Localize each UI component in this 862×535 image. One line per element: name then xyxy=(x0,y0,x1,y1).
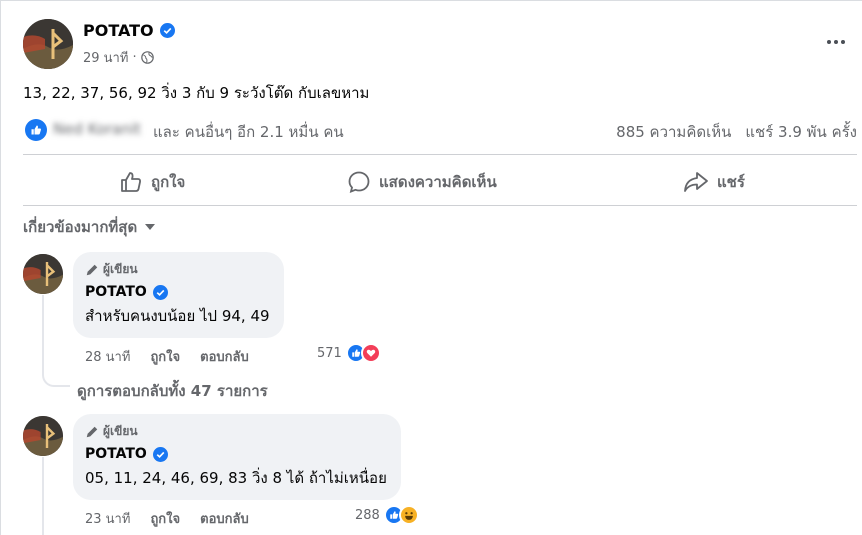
comment-author-text[interactable]: POTATO xyxy=(85,284,147,300)
haha-reaction-icon xyxy=(398,505,419,525)
author-badge-label: ผู้เขียน xyxy=(103,424,138,438)
comment-reply-button[interactable]: ตอบกลับ xyxy=(200,346,249,367)
post-meta: 29 นาที · xyxy=(83,47,154,68)
share-arrow-icon xyxy=(684,172,708,192)
speech-bubble-icon xyxy=(348,171,370,193)
comment-button[interactable]: แสดงความคิดเห็น xyxy=(347,165,497,199)
share-button[interactable]: แชร์ xyxy=(683,165,745,199)
reactions-summary: Ned Koranit และ คนอื่นๆ อีก 2.1 หมื่น คน… xyxy=(23,119,857,141)
comment-actions: 23 นาที ถูกใจ ตอบกลับ xyxy=(85,508,249,529)
comment-reaction-count: 571 xyxy=(317,345,342,361)
pencil-icon xyxy=(86,264,98,275)
comment-bubble: ผู้เขียน POTATO 05, 11, 24, 46, 69, 83 ว… xyxy=(73,414,401,500)
shares-count[interactable]: แชร์ 3.9 พัน ครั้ง xyxy=(745,120,857,144)
comment-author-avatar[interactable] xyxy=(23,254,63,294)
comment-text: 05, 11, 24, 46, 69, 83 วิ่ง 8 ได้ ถ้าไม่… xyxy=(85,469,387,487)
post-card: POTATO 29 นาที · 13, 22, 37, 56, 92 วิ่ง… xyxy=(0,0,862,535)
author-badge: ผู้เขียน xyxy=(85,422,387,441)
post-author-name[interactable]: POTATO xyxy=(83,21,175,40)
divider xyxy=(23,154,857,155)
author-name-text[interactable]: POTATO xyxy=(83,21,154,40)
post-stats: 885 ความคิดเห็น แชร์ 3.9 พัน ครั้ง xyxy=(616,120,857,144)
love-reaction-icon xyxy=(360,343,381,363)
author-badge-label: ผู้เขียน xyxy=(103,262,138,276)
author-badge: ผู้เขียน xyxy=(85,260,270,279)
chevron-down-icon xyxy=(145,224,156,230)
comment-author-text[interactable]: POTATO xyxy=(85,446,147,462)
comment-like-button[interactable]: ถูกใจ xyxy=(150,346,180,367)
share-button-label: แชร์ xyxy=(717,173,745,191)
divider xyxy=(23,205,857,206)
comment-like-button[interactable]: ถูกใจ xyxy=(150,508,180,529)
comment-time[interactable]: 23 นาที xyxy=(85,508,130,529)
thread-connector xyxy=(42,373,70,387)
thread-line xyxy=(42,457,44,535)
comments-count[interactable]: 885 ความคิดเห็น xyxy=(616,120,731,144)
comment-text: สำหรับคนงบน้อย ไป 94, 49 xyxy=(85,307,270,325)
like-button-label: ถูกใจ xyxy=(151,173,186,191)
comment-author-name[interactable]: POTATO xyxy=(85,446,387,462)
globe-icon xyxy=(140,51,154,64)
thread-line xyxy=(42,295,44,373)
comment-author-avatar[interactable] xyxy=(23,416,63,456)
verified-badge-icon xyxy=(152,446,168,462)
like-reaction-icon[interactable] xyxy=(25,119,47,141)
comment-bubble: ผู้เขียน POTATO สำหรับคนงบน้อย ไป 94, 49 xyxy=(73,252,284,338)
view-replies-link[interactable]: ดูการตอบกลับทั้ง 47 รายการ xyxy=(77,379,268,403)
reactor-name[interactable]: Ned Koranit xyxy=(53,120,141,138)
comment-button-label: แสดงความคิดเห็น xyxy=(379,173,497,191)
post-author-avatar[interactable] xyxy=(23,19,73,69)
verified-badge-icon xyxy=(159,23,175,38)
comment-sort-label: เกี่ยวข้องมากที่สุด xyxy=(23,218,138,236)
post-time[interactable]: 29 นาที xyxy=(83,47,128,68)
verified-badge-icon xyxy=(152,284,168,300)
comment-reaction-count: 288 xyxy=(355,507,380,523)
comment-author-name[interactable]: POTATO xyxy=(85,284,270,300)
comment-reactions[interactable]: 571 xyxy=(317,343,381,363)
pencil-icon xyxy=(86,426,98,437)
comment-reply-button[interactable]: ตอบกลับ xyxy=(200,508,249,529)
comment-actions: 28 นาที ถูกใจ ตอบกลับ xyxy=(85,346,249,367)
comment-reactions[interactable]: 288 xyxy=(355,505,419,525)
post-text: 13, 22, 37, 56, 92 วิ่ง 3 กับ 9 ระวังโต๊… xyxy=(23,84,370,102)
more-options-icon[interactable] xyxy=(816,27,856,57)
meta-separator: · xyxy=(132,50,137,65)
like-button[interactable]: ถูกใจ xyxy=(119,165,185,199)
comment-sort-dropdown[interactable]: เกี่ยวข้องมากที่สุด xyxy=(23,215,156,239)
thumbs-up-icon xyxy=(121,172,141,192)
reactions-count-text[interactable]: และ คนอื่นๆ อีก 2.1 หมื่น คน xyxy=(153,120,344,144)
comment-time[interactable]: 28 นาที xyxy=(85,346,130,367)
